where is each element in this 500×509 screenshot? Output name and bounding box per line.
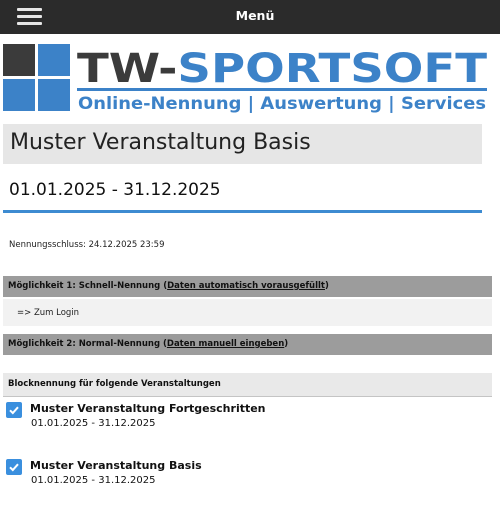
logo-square-blue — [3, 79, 35, 111]
block-entry-heading: Blocknennung für folgende Veranstaltunge… — [3, 373, 492, 397]
checkmark-icon — [9, 406, 19, 415]
list-item: Muster Veranstaltung Fortgeschritten 01.… — [0, 401, 490, 435]
event-checkbox[interactable] — [6, 459, 22, 475]
event-checkbox[interactable] — [6, 402, 22, 418]
event-title-box: Muster Veranstaltung Basis — [3, 124, 482, 164]
option1-suffix: ) — [325, 281, 329, 291]
option1-bar: Möglichkeit 1: Schnell-Nennung (Daten au… — [3, 276, 492, 297]
option2-bar: Möglichkeit 2: Normal-Nennung (Daten man… — [3, 334, 492, 355]
block-heading-text: Blocknennung für folgende Veranstaltunge… — [8, 379, 221, 389]
logo-square-blue — [38, 79, 70, 111]
logo-square-blue — [38, 44, 70, 76]
menu-title[interactable]: Menü — [0, 8, 500, 23]
logo-square-dark — [3, 44, 35, 76]
event-title: Muster Veranstaltung Basis — [10, 130, 311, 155]
logo-wordmark: TW- SPORTSOFT — [77, 46, 488, 92]
option2-link[interactable]: Daten manuell eingeben — [167, 339, 284, 349]
event-date: 01.01.2025 - 31.12.2025 — [31, 418, 156, 429]
login-link[interactable]: => Zum Login — [17, 308, 79, 318]
top-nav-bar: Menü — [0, 0, 500, 34]
event-dates: 01.01.2025 - 31.12.2025 — [9, 180, 221, 200]
option1-label: Möglichkeit 1: Schnell-Nennung ( — [8, 281, 168, 291]
event-name: Muster Veranstaltung Fortgeschritten — [30, 402, 266, 415]
divider — [3, 210, 482, 213]
option2-label: Möglichkeit 2: Normal-Nennung ( — [8, 339, 167, 349]
checkmark-icon — [9, 463, 19, 472]
event-name: Muster Veranstaltung Basis — [30, 459, 202, 472]
option1-link[interactable]: Daten automatisch vorausgefüllt — [167, 281, 325, 291]
logo-underline — [77, 88, 487, 91]
option2-suffix: ) — [284, 339, 289, 349]
tw-sportsoft-logo: TW- SPORTSOFT Online-Nennung | Auswertung… — [3, 44, 488, 114]
event-date: 01.01.2025 - 31.12.2025 — [31, 475, 156, 486]
login-row: => Zum Login — [3, 299, 492, 326]
entry-deadline: Nennungsschluss: 24.12.2025 23:59 — [9, 240, 165, 250]
logo-tagline: Online-Nennung | Auswertung | Services — [78, 94, 486, 114]
list-item: Muster Veranstaltung Basis 01.01.2025 - … — [0, 458, 490, 492]
